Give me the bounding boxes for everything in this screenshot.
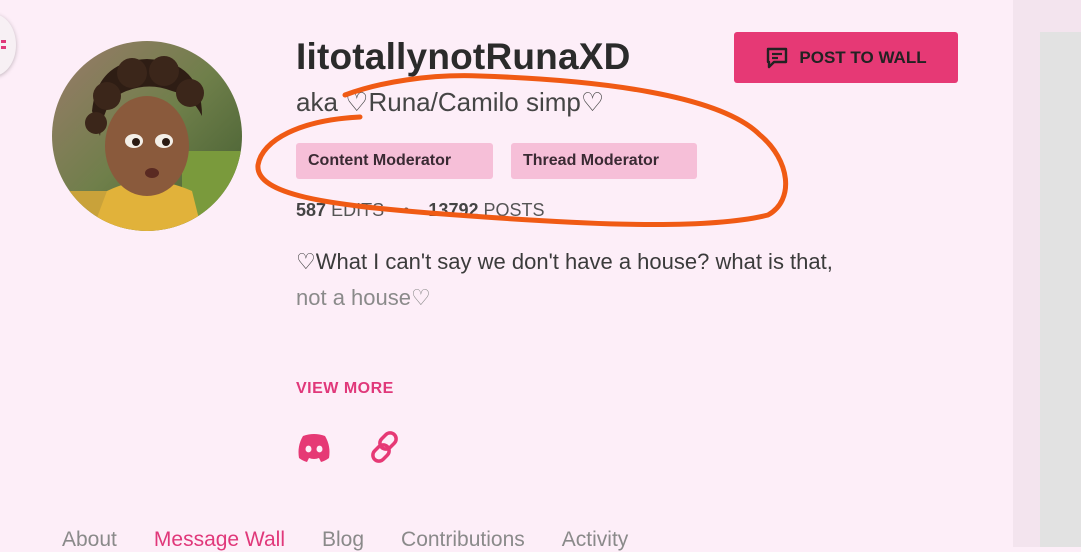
stats-separator: •: [403, 200, 410, 220]
profile-stats: 587 EDITS • 13792 POSTS: [296, 200, 545, 221]
tab-contributions[interactable]: Contributions: [401, 528, 525, 552]
right-panel: [1040, 32, 1081, 547]
tab-message-wall[interactable]: Message Wall: [154, 528, 285, 552]
profile-tabs: About Message Wall Blog Contributions Ac…: [62, 528, 628, 552]
posts-label: POSTS: [483, 200, 545, 220]
user-alias: aka ♡Runa/Camilo simp♡: [296, 87, 605, 117]
link-icon[interactable]: [368, 430, 404, 464]
tab-blog[interactable]: Blog: [322, 528, 364, 552]
bio-line-2: not a house♡: [296, 285, 431, 310]
avatar: [52, 41, 242, 231]
tag-content-moderator[interactable]: Content Moderator: [296, 143, 493, 179]
posts-count[interactable]: 13792: [428, 200, 478, 220]
tab-activity[interactable]: Activity: [562, 528, 629, 552]
tag-thread-moderator[interactable]: Thread Moderator: [511, 143, 697, 179]
discord-icon[interactable]: [296, 430, 332, 464]
side-toggle-button[interactable]: [0, 14, 16, 76]
post-to-wall-button[interactable]: POST TO WALL: [734, 32, 958, 83]
tab-about[interactable]: About: [62, 528, 117, 552]
edits-count[interactable]: 587: [296, 200, 326, 220]
menu-icon: [1, 40, 6, 43]
message-icon: [767, 47, 788, 68]
bio-line-1: ♡What I can't say we don't have a house?…: [296, 249, 833, 274]
post-to-wall-label: POST TO WALL: [799, 47, 927, 67]
user-bio: ♡What I can't say we don't have a house?…: [296, 244, 936, 316]
username: IitotallynotRunaXD: [296, 36, 631, 77]
edits-label: EDITS: [331, 200, 385, 220]
view-more-link[interactable]: VIEW MORE: [296, 380, 394, 398]
